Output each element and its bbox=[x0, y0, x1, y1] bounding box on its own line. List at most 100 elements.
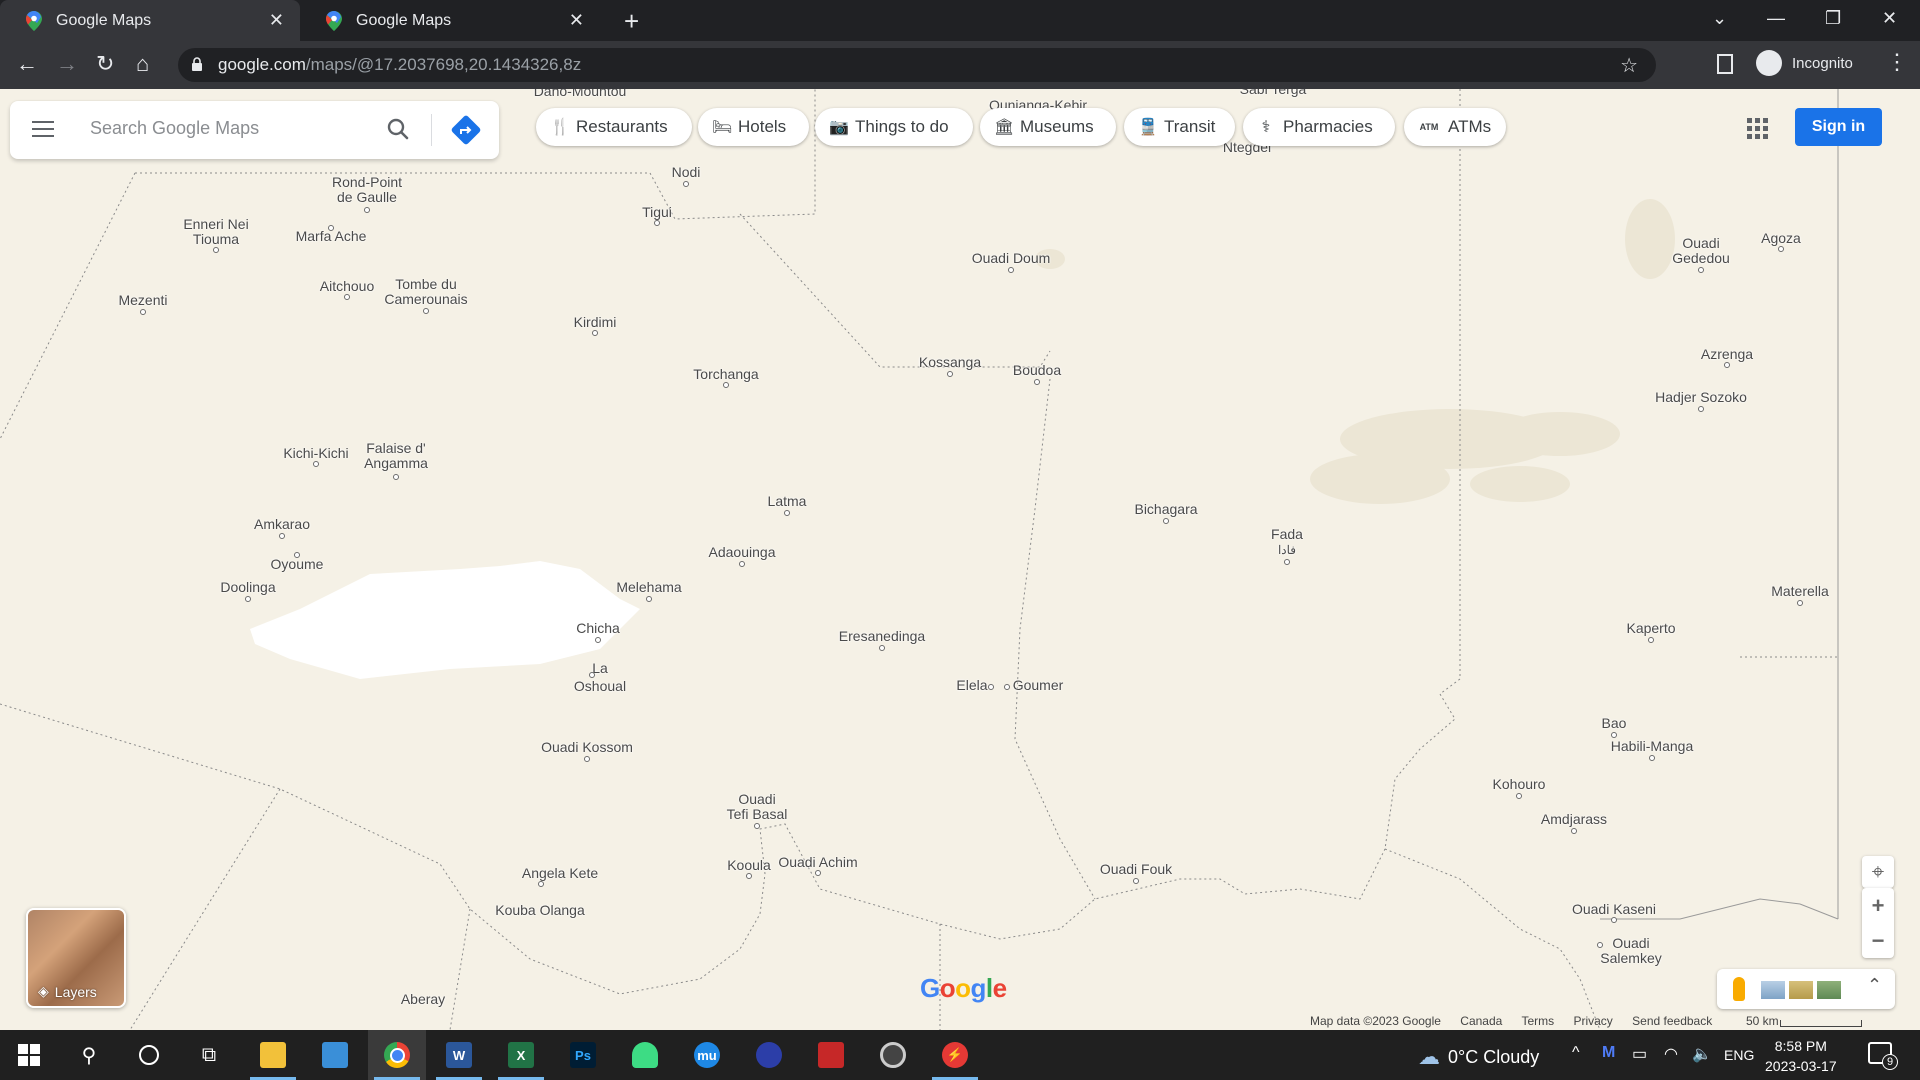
google-apps-icon[interactable] bbox=[1747, 118, 1769, 140]
place-marker[interactable] bbox=[1648, 637, 1654, 643]
place-marker[interactable] bbox=[538, 881, 544, 887]
battery-icon[interactable]: ▭ bbox=[1632, 1044, 1647, 1064]
imagery-thumb-icon[interactable] bbox=[1789, 981, 1813, 999]
place-marker[interactable] bbox=[589, 672, 595, 678]
back-arrow-icon[interactable]: ← bbox=[16, 51, 38, 77]
place-marker[interactable] bbox=[313, 461, 319, 467]
place-marker[interactable] bbox=[1698, 406, 1704, 412]
place-label[interactable]: Adaouinga bbox=[709, 545, 776, 560]
chip-pharmacies[interactable]: ⚕ Pharmacies bbox=[1243, 108, 1395, 146]
maximize-button[interactable]: ❐ bbox=[1825, 8, 1841, 29]
place-label[interactable]: Kohouro bbox=[1493, 777, 1546, 792]
place-marker[interactable] bbox=[1649, 755, 1655, 761]
place-marker[interactable] bbox=[584, 756, 590, 762]
mu-app-icon[interactable]: mu bbox=[678, 1030, 736, 1080]
place-marker[interactable] bbox=[1284, 559, 1290, 565]
tab-search-chevron-icon[interactable]: ⌄ bbox=[1712, 8, 1727, 29]
browser-menu-icon[interactable]: ⋮ bbox=[1886, 49, 1908, 75]
place-label[interactable]: Habili-Manga bbox=[1611, 739, 1693, 754]
place-label[interactable]: La Oshoual bbox=[574, 659, 626, 695]
place-marker[interactable] bbox=[646, 596, 652, 602]
place-marker[interactable] bbox=[344, 294, 350, 300]
search-icon[interactable] bbox=[386, 117, 410, 141]
place-label[interactable]: Tigui bbox=[642, 205, 672, 220]
place-label[interactable]: Mezenti bbox=[118, 293, 167, 308]
clock[interactable]: 8:58 PM 2023-03-17 bbox=[1765, 1036, 1837, 1076]
place-label[interactable]: Ouadi Achim bbox=[778, 855, 857, 870]
place-label[interactable]: Oyoume bbox=[271, 557, 324, 572]
directions-icon[interactable] bbox=[451, 115, 481, 145]
tab-close-icon[interactable]: ✕ bbox=[569, 10, 584, 31]
imagery-thumb-icon[interactable] bbox=[1817, 981, 1841, 999]
incognito-indicator[interactable]: Incognito bbox=[1756, 50, 1853, 76]
photoshop-icon[interactable]: Ps bbox=[554, 1030, 612, 1080]
task-view-icon[interactable]: ⧉ bbox=[180, 1030, 238, 1080]
bookmark-star-icon[interactable]: ☆ bbox=[1620, 53, 1638, 78]
layers-button[interactable]: ◈ Layers bbox=[26, 908, 126, 1008]
place-label[interactable]: Marfa Ache bbox=[296, 229, 367, 244]
tab-google-maps-2[interactable]: Google Maps ✕ bbox=[300, 0, 600, 41]
place-label[interactable]: Kirdimi bbox=[574, 315, 617, 330]
map-canvas[interactable]: Dano-Mountou Ounianga-Kebir Sabi Terga N… bbox=[0, 89, 1920, 1030]
search-input[interactable]: Search Google Maps bbox=[90, 118, 259, 139]
pegman-icon[interactable] bbox=[1733, 977, 1745, 1001]
place-marker[interactable] bbox=[723, 382, 729, 388]
place-label[interactable]: Ouadi Kossom bbox=[541, 740, 633, 755]
place-label[interactable]: Chicha bbox=[576, 621, 620, 636]
place-marker[interactable] bbox=[1611, 917, 1617, 923]
minimize-button[interactable]: — bbox=[1767, 8, 1785, 29]
send-feedback-link[interactable]: Send feedback bbox=[1632, 1014, 1712, 1028]
place-marker[interactable] bbox=[328, 225, 334, 231]
place-marker[interactable] bbox=[784, 510, 790, 516]
place-label[interactable]: Ouadi Kaseni bbox=[1572, 902, 1656, 917]
place-label[interactable]: Nodi bbox=[672, 165, 701, 180]
place-label[interactable]: Bao bbox=[1602, 716, 1627, 731]
file-explorer-icon[interactable] bbox=[244, 1030, 302, 1080]
place-label[interactable]: Bichagara bbox=[1134, 502, 1197, 517]
place-label[interactable]: Sabi Terga bbox=[1240, 89, 1307, 97]
place-label[interactable]: Goumer bbox=[1013, 678, 1064, 693]
place-marker[interactable] bbox=[1724, 362, 1730, 368]
place-marker[interactable] bbox=[683, 181, 689, 187]
place-label[interactable]: Kaperto bbox=[1626, 621, 1675, 636]
place-marker[interactable] bbox=[245, 596, 251, 602]
place-marker[interactable] bbox=[947, 371, 953, 377]
place-marker[interactable] bbox=[1034, 379, 1040, 385]
place-label[interactable]: Aitchouo bbox=[320, 279, 374, 294]
reload-icon[interactable]: ↻ bbox=[96, 51, 114, 77]
zoom-in-button[interactable]: + bbox=[1862, 888, 1894, 923]
volume-icon[interactable]: 🔈 bbox=[1692, 1044, 1712, 1064]
place-marker[interactable] bbox=[1163, 518, 1169, 524]
place-marker[interactable] bbox=[423, 308, 429, 314]
place-label[interactable]: Azrenga bbox=[1701, 347, 1753, 362]
home-icon[interactable]: ⌂ bbox=[136, 51, 149, 77]
place-label[interactable]: Boudoa bbox=[1013, 363, 1061, 378]
place-marker[interactable] bbox=[1133, 878, 1139, 884]
place-label[interactable]: Kouba Olanga bbox=[495, 903, 585, 918]
place-marker[interactable] bbox=[279, 533, 285, 539]
place-marker[interactable] bbox=[739, 561, 745, 567]
start-button[interactable] bbox=[0, 1030, 58, 1080]
place-label[interactable]: Melehama bbox=[616, 580, 681, 595]
place-label[interactable]: Angela Kete bbox=[522, 866, 598, 881]
place-marker[interactable] bbox=[879, 645, 885, 651]
place-marker[interactable] bbox=[595, 637, 601, 643]
sign-in-button[interactable]: Sign in bbox=[1795, 108, 1882, 146]
tray-app-icon[interactable]: M bbox=[1602, 1044, 1615, 1062]
terms-link[interactable]: Terms bbox=[1521, 1014, 1554, 1028]
zoom-out-button[interactable]: − bbox=[1862, 923, 1894, 958]
chip-museums[interactable]: 🏛 Museums bbox=[980, 108, 1116, 146]
place-label[interactable]: Amkarao bbox=[254, 517, 310, 532]
media-app-icon[interactable] bbox=[864, 1030, 922, 1080]
place-marker[interactable] bbox=[213, 247, 219, 253]
weather-widget[interactable]: ☁ 0°C Cloudy bbox=[1418, 1044, 1539, 1070]
red-app-icon[interactable] bbox=[802, 1030, 860, 1080]
chip-restaurants[interactable]: 🍴 Restaurants bbox=[536, 108, 692, 146]
place-label[interactable]: Materella bbox=[1771, 584, 1829, 599]
place-label[interactable]: Kossanga bbox=[919, 355, 981, 370]
place-label[interactable]: Hadjer Sozoko bbox=[1655, 390, 1747, 405]
place-marker[interactable] bbox=[393, 474, 399, 480]
tab-google-maps-1[interactable]: Google Maps ✕ bbox=[0, 0, 300, 41]
place-marker[interactable] bbox=[294, 552, 300, 558]
place-label[interactable]: Enneri Nei Tiouma bbox=[183, 217, 248, 247]
